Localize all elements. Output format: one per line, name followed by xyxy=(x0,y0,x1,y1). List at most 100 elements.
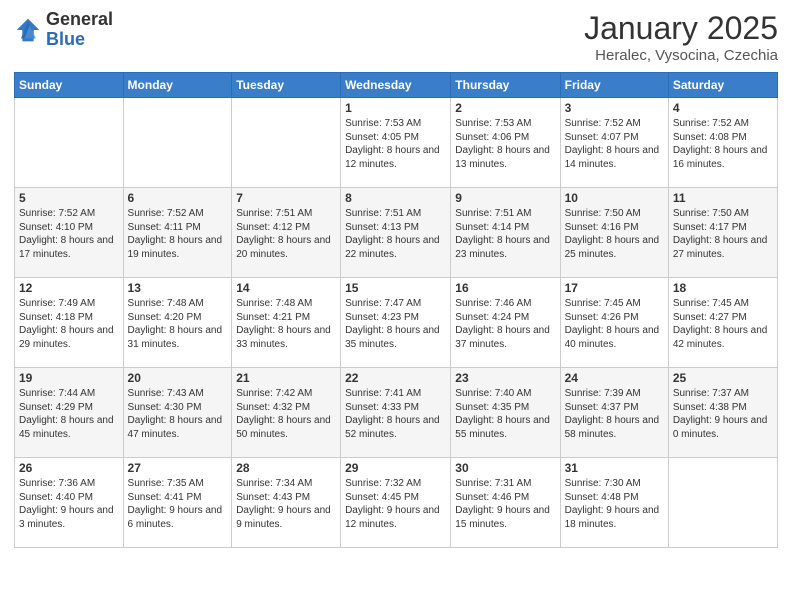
table-row: 24 Sunrise: 7:39 AM Sunset: 4:37 PM Dayli… xyxy=(560,368,668,458)
day-info: Sunrise: 7:47 AM Sunset: 4:23 PM Dayligh… xyxy=(345,297,446,351)
day-info: Sunrise: 7:48 AM Sunset: 4:21 PM Dayligh… xyxy=(236,297,336,351)
day-info: Sunrise: 7:34 AM Sunset: 4:43 PM Dayligh… xyxy=(236,477,336,531)
table-row xyxy=(232,98,341,188)
logo-icon xyxy=(14,16,42,44)
table-row xyxy=(668,458,777,548)
table-row: 17 Sunrise: 7:45 AM Sunset: 4:26 PM Dayli… xyxy=(560,278,668,368)
day-info: Sunrise: 7:31 AM Sunset: 4:46 PM Dayligh… xyxy=(455,477,555,531)
calendar-week-row: 1 Sunrise: 7:53 AM Sunset: 4:05 PM Daylig… xyxy=(15,98,778,188)
day-info: Sunrise: 7:44 AM Sunset: 4:29 PM Dayligh… xyxy=(19,387,119,441)
table-row: 2Sunrise: 7:53 AM Sunset: 4:06 PM Daylig… xyxy=(451,98,560,188)
day-number: 21 xyxy=(236,371,336,385)
table-row: 8 Sunrise: 7:51 AM Sunset: 4:13 PM Daylig… xyxy=(341,188,451,278)
day-number: 4 xyxy=(673,101,773,115)
day-number: 3 xyxy=(565,101,664,115)
table-row: 14 Sunrise: 7:48 AM Sunset: 4:21 PM Dayli… xyxy=(232,278,341,368)
day-info: Sunrise: 7:52 AM Sunset: 4:08 PM Dayligh… xyxy=(673,117,773,171)
day-number: 25 xyxy=(673,371,773,385)
calendar-week-row: 19 Sunrise: 7:44 AM Sunset: 4:29 PM Dayli… xyxy=(15,368,778,458)
table-row: 22 Sunrise: 7:41 AM Sunset: 4:33 PM Dayli… xyxy=(341,368,451,458)
day-info: Sunrise: 7:43 AM Sunset: 4:30 PM Dayligh… xyxy=(128,387,228,441)
day-info: Sunrise: 7:50 AM Sunset: 4:17 PM Dayligh… xyxy=(673,207,773,261)
table-row: 27 Sunrise: 7:35 AM Sunset: 4:41 PM Dayli… xyxy=(123,458,232,548)
table-row: 12Sunrise: 7:49 AM Sunset: 4:18 PM Dayli… xyxy=(15,278,124,368)
day-number: 6 xyxy=(128,191,228,205)
header: General Blue January 2025 Heralec, Vysoc… xyxy=(14,10,778,64)
day-number: 16 xyxy=(455,281,555,295)
logo-blue-text: Blue xyxy=(46,30,113,50)
header-saturday: Saturday xyxy=(668,73,777,98)
day-info: Sunrise: 7:45 AM Sunset: 4:26 PM Dayligh… xyxy=(565,297,664,351)
day-number: 23 xyxy=(455,371,555,385)
day-number: 29 xyxy=(345,461,446,475)
day-number: 30 xyxy=(455,461,555,475)
day-number: 7 xyxy=(236,191,336,205)
logo: General Blue xyxy=(14,10,113,50)
day-info: Sunrise: 7:42 AM Sunset: 4:32 PM Dayligh… xyxy=(236,387,336,441)
table-row: 5 Sunrise: 7:52 AM Sunset: 4:10 PM Daylig… xyxy=(15,188,124,278)
day-info: Sunrise: 7:51 AM Sunset: 4:13 PM Dayligh… xyxy=(345,207,446,261)
day-info: Sunrise: 7:52 AM Sunset: 4:10 PM Dayligh… xyxy=(19,207,119,261)
table-row: 11Sunrise: 7:50 AM Sunset: 4:17 PM Dayli… xyxy=(668,188,777,278)
day-number: 1 xyxy=(345,101,446,115)
day-info: Sunrise: 7:53 AM Sunset: 4:05 PM Dayligh… xyxy=(345,117,446,171)
header-friday: Friday xyxy=(560,73,668,98)
day-info: Sunrise: 7:50 AM Sunset: 4:16 PM Dayligh… xyxy=(565,207,664,261)
day-number: 19 xyxy=(19,371,119,385)
table-row: 20 Sunrise: 7:43 AM Sunset: 4:30 PM Dayli… xyxy=(123,368,232,458)
table-row: 19 Sunrise: 7:44 AM Sunset: 4:29 PM Dayli… xyxy=(15,368,124,458)
day-info: Sunrise: 7:30 AM Sunset: 4:48 PM Dayligh… xyxy=(565,477,664,531)
day-info: Sunrise: 7:35 AM Sunset: 4:41 PM Dayligh… xyxy=(128,477,228,531)
header-monday: Monday xyxy=(123,73,232,98)
day-number: 24 xyxy=(565,371,664,385)
logo-text: General Blue xyxy=(46,10,113,50)
day-number: 8 xyxy=(345,191,446,205)
day-info: Sunrise: 7:48 AM Sunset: 4:20 PM Dayligh… xyxy=(128,297,228,351)
day-info: Sunrise: 7:52 AM Sunset: 4:07 PM Dayligh… xyxy=(565,117,664,171)
day-number: 26 xyxy=(19,461,119,475)
title-area: January 2025 Heralec, Vysocina, Czechia xyxy=(584,10,778,64)
day-number: 22 xyxy=(345,371,446,385)
day-info: Sunrise: 7:41 AM Sunset: 4:33 PM Dayligh… xyxy=(345,387,446,441)
day-info: Sunrise: 7:53 AM Sunset: 4:06 PM Dayligh… xyxy=(455,117,555,171)
day-info: Sunrise: 7:40 AM Sunset: 4:35 PM Dayligh… xyxy=(455,387,555,441)
day-number: 5 xyxy=(19,191,119,205)
table-row: 29 Sunrise: 7:32 AM Sunset: 4:45 PM Dayli… xyxy=(341,458,451,548)
table-row: 25 Sunrise: 7:37 AM Sunset: 4:38 PM Dayli… xyxy=(668,368,777,458)
table-row: 1 Sunrise: 7:53 AM Sunset: 4:05 PM Daylig… xyxy=(341,98,451,188)
day-info: Sunrise: 7:52 AM Sunset: 4:11 PM Dayligh… xyxy=(128,207,228,261)
day-number: 27 xyxy=(128,461,228,475)
day-number: 10 xyxy=(565,191,664,205)
day-number: 20 xyxy=(128,371,228,385)
table-row: 28 Sunrise: 7:34 AM Sunset: 4:43 PM Dayli… xyxy=(232,458,341,548)
day-number: 15 xyxy=(345,281,446,295)
day-number: 13 xyxy=(128,281,228,295)
day-info: Sunrise: 7:39 AM Sunset: 4:37 PM Dayligh… xyxy=(565,387,664,441)
table-row: 26Sunrise: 7:36 AM Sunset: 4:40 PM Dayli… xyxy=(15,458,124,548)
day-info: Sunrise: 7:49 AM Sunset: 4:18 PM Dayligh… xyxy=(19,297,119,351)
calendar-week-row: 5 Sunrise: 7:52 AM Sunset: 4:10 PM Daylig… xyxy=(15,188,778,278)
day-info: Sunrise: 7:45 AM Sunset: 4:27 PM Dayligh… xyxy=(673,297,773,351)
table-row: 18 Sunrise: 7:45 AM Sunset: 4:27 PM Dayli… xyxy=(668,278,777,368)
header-thursday: Thursday xyxy=(451,73,560,98)
calendar-week-row: 26Sunrise: 7:36 AM Sunset: 4:40 PM Dayli… xyxy=(15,458,778,548)
day-info: Sunrise: 7:32 AM Sunset: 4:45 PM Dayligh… xyxy=(345,477,446,531)
table-row xyxy=(15,98,124,188)
day-number: 14 xyxy=(236,281,336,295)
table-row: 3 Sunrise: 7:52 AM Sunset: 4:07 PM Daylig… xyxy=(560,98,668,188)
calendar-header-row: Sunday Monday Tuesday Wednesday Thursday… xyxy=(15,73,778,98)
day-info: Sunrise: 7:51 AM Sunset: 4:14 PM Dayligh… xyxy=(455,207,555,261)
day-number: 17 xyxy=(565,281,664,295)
calendar: Sunday Monday Tuesday Wednesday Thursday… xyxy=(14,72,778,548)
table-row: 15 Sunrise: 7:47 AM Sunset: 4:23 PM Dayli… xyxy=(341,278,451,368)
header-tuesday: Tuesday xyxy=(232,73,341,98)
day-number: 18 xyxy=(673,281,773,295)
day-number: 28 xyxy=(236,461,336,475)
table-row: 6 Sunrise: 7:52 AM Sunset: 4:11 PM Daylig… xyxy=(123,188,232,278)
day-info: Sunrise: 7:46 AM Sunset: 4:24 PM Dayligh… xyxy=(455,297,555,351)
location: Heralec, Vysocina, Czechia xyxy=(584,47,778,64)
table-row: 10 Sunrise: 7:50 AM Sunset: 4:16 PM Dayli… xyxy=(560,188,668,278)
calendar-week-row: 12Sunrise: 7:49 AM Sunset: 4:18 PM Dayli… xyxy=(15,278,778,368)
day-info: Sunrise: 7:37 AM Sunset: 4:38 PM Dayligh… xyxy=(673,387,773,441)
logo-general-text: General xyxy=(46,10,113,30)
